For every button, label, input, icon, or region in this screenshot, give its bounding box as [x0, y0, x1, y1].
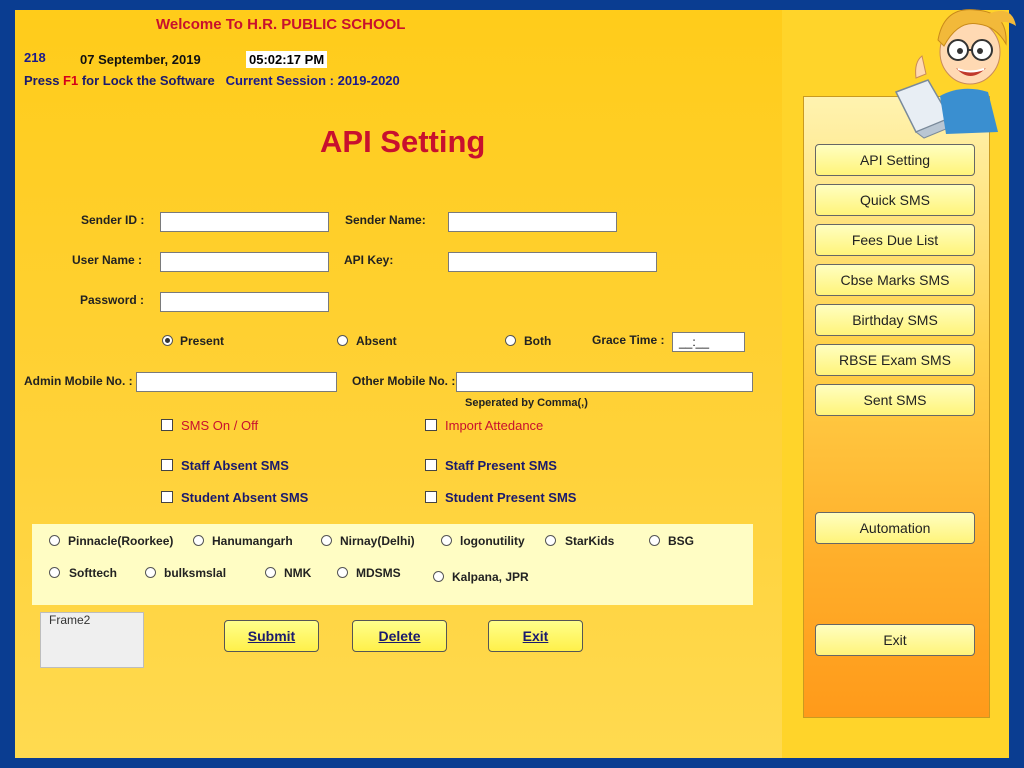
- session-label: Current Session :: [225, 73, 334, 88]
- provider-radio-mdsms[interactable]: [337, 567, 348, 578]
- grace-time-label: Grace Time :: [592, 333, 665, 347]
- sender-id-label: Sender ID :: [81, 213, 145, 227]
- menu-birthday-sms[interactable]: Birthday SMS: [815, 304, 975, 336]
- provider-radio-nmk[interactable]: [265, 567, 276, 578]
- sender-name-label: Sender Name:: [345, 213, 426, 227]
- grace-time-input[interactable]: __:__: [672, 332, 745, 352]
- provider-label: Softtech: [69, 566, 117, 580]
- provider-label: MDSMS: [356, 566, 401, 580]
- menu-api-setting[interactable]: API Setting: [815, 144, 975, 176]
- radio-present[interactable]: [162, 335, 173, 346]
- student-present-label: Student Present SMS: [445, 490, 577, 505]
- import-attendance-label: Import Attedance: [445, 418, 544, 433]
- api-key-label: API Key:: [344, 253, 394, 267]
- staff-present-checkbox[interactable]: [425, 459, 437, 471]
- radio-present-label: Present: [180, 334, 225, 348]
- sms-on-off-label: SMS On / Off: [181, 418, 259, 433]
- provider-label: Pinnacle(Roorkee): [68, 534, 174, 548]
- current-date: 07 September, 2019: [80, 52, 201, 67]
- provider-radio-kalpana[interactable]: [433, 571, 444, 582]
- provider-label: Hanumangarh: [212, 534, 293, 548]
- f1-key: F1: [63, 73, 79, 88]
- student-absent-label: Student Absent SMS: [181, 490, 309, 505]
- provider-label: NMK: [284, 566, 312, 580]
- provider-label: logonutility: [460, 534, 525, 548]
- provider-radio-nirnay[interactable]: [321, 535, 332, 546]
- welcome-title: Welcome To H.R. PUBLIC SCHOOL: [156, 16, 406, 33]
- sender-id-input[interactable]: [160, 212, 329, 232]
- admin-mobile-input[interactable]: [136, 372, 337, 392]
- current-time: 05:02:17 PM: [246, 51, 328, 68]
- sms-on-off-checkbox[interactable]: [161, 419, 173, 431]
- radio-both[interactable]: [505, 335, 516, 346]
- exit-button[interactable]: Exit: [488, 620, 583, 652]
- staff-present-label: Staff Present SMS: [445, 458, 557, 473]
- menu-rbse-exam-sms[interactable]: RBSE Exam SMS: [815, 344, 975, 376]
- provider-radio-softtech[interactable]: [49, 567, 60, 578]
- provider-radio-pinnacle[interactable]: [49, 535, 60, 546]
- student-absent-checkbox[interactable]: [161, 491, 173, 503]
- radio-both-label: Both: [524, 334, 552, 348]
- separated-hint: Seperated by Comma(,): [465, 397, 588, 409]
- session-value: 2019-2020: [337, 73, 400, 88]
- staff-absent-label: Staff Absent SMS: [181, 458, 289, 473]
- menu-exit[interactable]: Exit: [815, 624, 975, 656]
- lock-text: for Lock the Software: [81, 73, 215, 88]
- admin-mobile-label: Admin Mobile No. :: [24, 374, 133, 388]
- import-attendance-checkbox[interactable]: [425, 419, 437, 431]
- menu-automation[interactable]: Automation: [815, 512, 975, 544]
- delete-button[interactable]: Delete: [352, 620, 447, 652]
- user-name-label: User Name :: [72, 253, 143, 267]
- provider-label: Nirnay(Delhi): [340, 534, 415, 548]
- password-input[interactable]: [160, 292, 329, 312]
- provider-label: Kalpana, JPR: [452, 570, 529, 584]
- provider-radio-bulksmslal[interactable]: [145, 567, 156, 578]
- menu-sent-sms[interactable]: Sent SMS: [815, 384, 975, 416]
- lock-hint: Press F1 for Lock the Software Current S…: [24, 73, 400, 88]
- frame2-group: Frame2: [40, 612, 144, 668]
- provider-radio-hanumangarh[interactable]: [193, 535, 204, 546]
- provider-label: bulksmslal: [164, 566, 227, 580]
- menu-cbse-marks-sms[interactable]: Cbse Marks SMS: [815, 264, 975, 296]
- page-title: API Setting: [320, 124, 486, 159]
- press-text: Press: [24, 73, 60, 88]
- staff-absent-checkbox[interactable]: [161, 459, 173, 471]
- record-code: 218: [24, 50, 46, 65]
- menu-fees-due-list[interactable]: Fees Due List: [815, 224, 975, 256]
- radio-absent-label: Absent: [356, 334, 397, 348]
- other-mobile-input[interactable]: [456, 372, 753, 392]
- provider-label: BSG: [668, 534, 695, 548]
- user-name-input[interactable]: [160, 252, 329, 272]
- provider-radio-logonutility[interactable]: [441, 535, 452, 546]
- frame2-label: Frame2: [49, 613, 91, 627]
- menu-quick-sms[interactable]: Quick SMS: [815, 184, 975, 216]
- provider-radio-bsg[interactable]: [649, 535, 660, 546]
- provider-label: StarKids: [565, 534, 615, 548]
- api-key-input[interactable]: [448, 252, 657, 272]
- submit-button[interactable]: Submit: [224, 620, 319, 652]
- provider-radio-starkids[interactable]: [545, 535, 556, 546]
- password-label: Password :: [80, 293, 145, 307]
- student-present-checkbox[interactable]: [425, 491, 437, 503]
- sender-name-input[interactable]: [448, 212, 617, 232]
- cartoon-boy-laptop-icon: [894, 9, 1016, 139]
- other-mobile-label: Other Mobile No. :: [352, 374, 456, 388]
- radio-absent[interactable]: [337, 335, 348, 346]
